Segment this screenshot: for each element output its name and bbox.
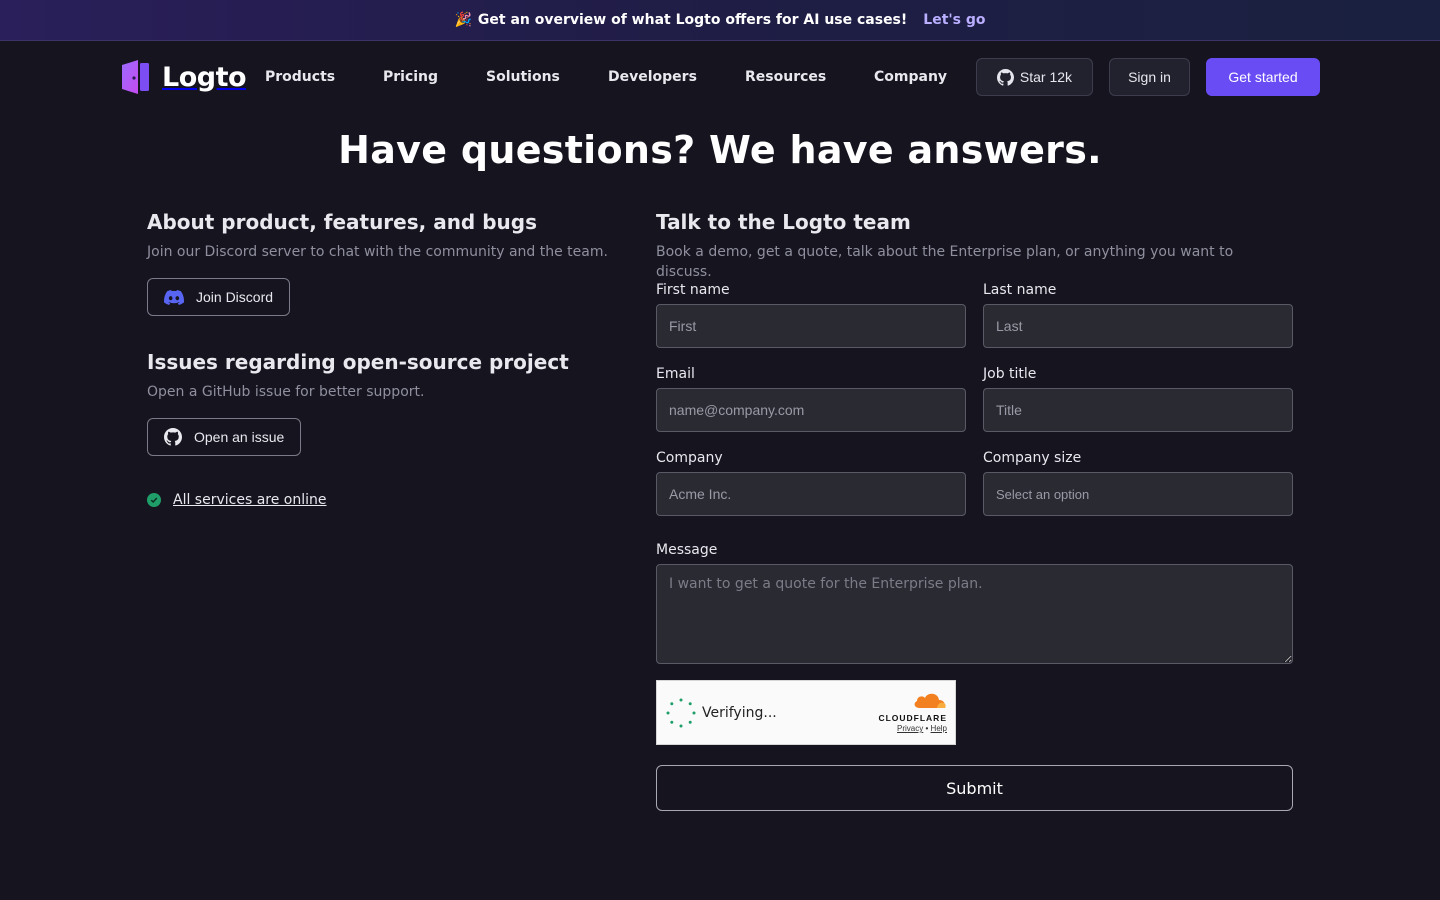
form-title: Talk to the Logto team (656, 210, 911, 234)
open-issue-label: Open an issue (194, 429, 285, 445)
github-section-title: Issues regarding open-source project (147, 350, 569, 374)
discord-section-title: About product, features, and bugs (147, 210, 537, 234)
support-options: About product, features, and bugs Join o… (147, 208, 627, 508)
contact-form: Talk to the Logto team Book a demo, get … (656, 208, 1293, 811)
nav-solutions[interactable]: Solutions (486, 67, 560, 87)
submit-button[interactable]: Submit (656, 765, 1293, 811)
last-name-label: Last name (983, 282, 1057, 298)
nav-resources[interactable]: Resources (745, 67, 826, 87)
service-status-link[interactable]: All services are online (147, 492, 627, 508)
github-icon (164, 428, 194, 446)
github-icon (996, 68, 1020, 86)
github-section-desc: Open a GitHub issue for better support. (147, 384, 425, 400)
captcha-help-link[interactable]: Help (931, 724, 947, 733)
message-textarea[interactable] (656, 564, 1293, 664)
captcha-links: Privacy • Help (871, 724, 947, 733)
check-circle-icon (147, 493, 161, 507)
company-size-select[interactable]: Select an option (983, 472, 1293, 516)
logo-link[interactable]: Logto (120, 58, 247, 96)
banner-text: Get an overview of what Logto offers for… (477, 12, 908, 28)
cloudflare-cloud-icon (871, 691, 947, 713)
email-label: Email (656, 366, 695, 382)
brand-name: Logto (162, 61, 247, 93)
last-name-input[interactable] (983, 304, 1293, 348)
first-name-label: First name (656, 282, 730, 298)
party-popper-icon: 🎉 (454, 12, 472, 28)
github-section: Issues regarding open-source project Ope… (147, 348, 627, 456)
banner-cta-link[interactable]: Let's go (923, 12, 985, 28)
nav-pricing[interactable]: Pricing (383, 67, 438, 87)
loading-spinner-icon (665, 697, 697, 729)
first-name-input[interactable] (656, 304, 966, 348)
job-title-label: Job title (983, 366, 1037, 382)
captcha-status: Verifying... (702, 704, 777, 721)
nav-developers[interactable]: Developers (608, 67, 697, 87)
job-title-input[interactable] (983, 388, 1293, 432)
turnstile-captcha[interactable]: Verifying... CLOUDFLARE Privacy • Help (656, 680, 956, 745)
discord-section-desc: Join our Discord server to chat with the… (147, 244, 608, 260)
captcha-privacy-link[interactable]: Privacy (897, 724, 923, 733)
service-status-text: All services are online (173, 492, 327, 508)
page-title: Have questions? We have answers. (338, 128, 1102, 172)
captcha-link-separator: • (925, 724, 929, 733)
github-star-button[interactable]: Star 12k (976, 58, 1093, 96)
discord-section: About product, features, and bugs Join o… (147, 208, 627, 316)
cloudflare-brand: CLOUDFLARE Privacy • Help (871, 691, 947, 733)
company-input[interactable] (656, 472, 966, 516)
company-size-label: Company size (983, 450, 1082, 466)
join-discord-label: Join Discord (196, 289, 274, 305)
message-label: Message (656, 542, 718, 558)
discord-icon (164, 289, 196, 305)
join-discord-button[interactable]: Join Discord (147, 278, 291, 316)
announcement-banner: 🎉 Get an overview of what Logto offers f… (0, 0, 1440, 41)
navbar: Logto Products Pricing Solutions Develop… (0, 41, 1440, 113)
sign-in-button[interactable]: Sign in (1109, 58, 1190, 96)
cloudflare-wordmark: CLOUDFLARE (878, 713, 947, 723)
open-issue-button[interactable]: Open an issue (147, 418, 302, 456)
nav-company[interactable]: Company (874, 67, 947, 87)
nav-products[interactable]: Products (265, 67, 335, 87)
email-input[interactable] (656, 388, 966, 432)
logto-logo-icon (120, 59, 150, 95)
get-started-button[interactable]: Get started (1206, 58, 1320, 96)
company-label: Company (656, 450, 723, 466)
form-desc: Book a demo, get a quote, talk about the… (656, 244, 1234, 280)
star-count-label: Star 12k (1019, 69, 1073, 85)
